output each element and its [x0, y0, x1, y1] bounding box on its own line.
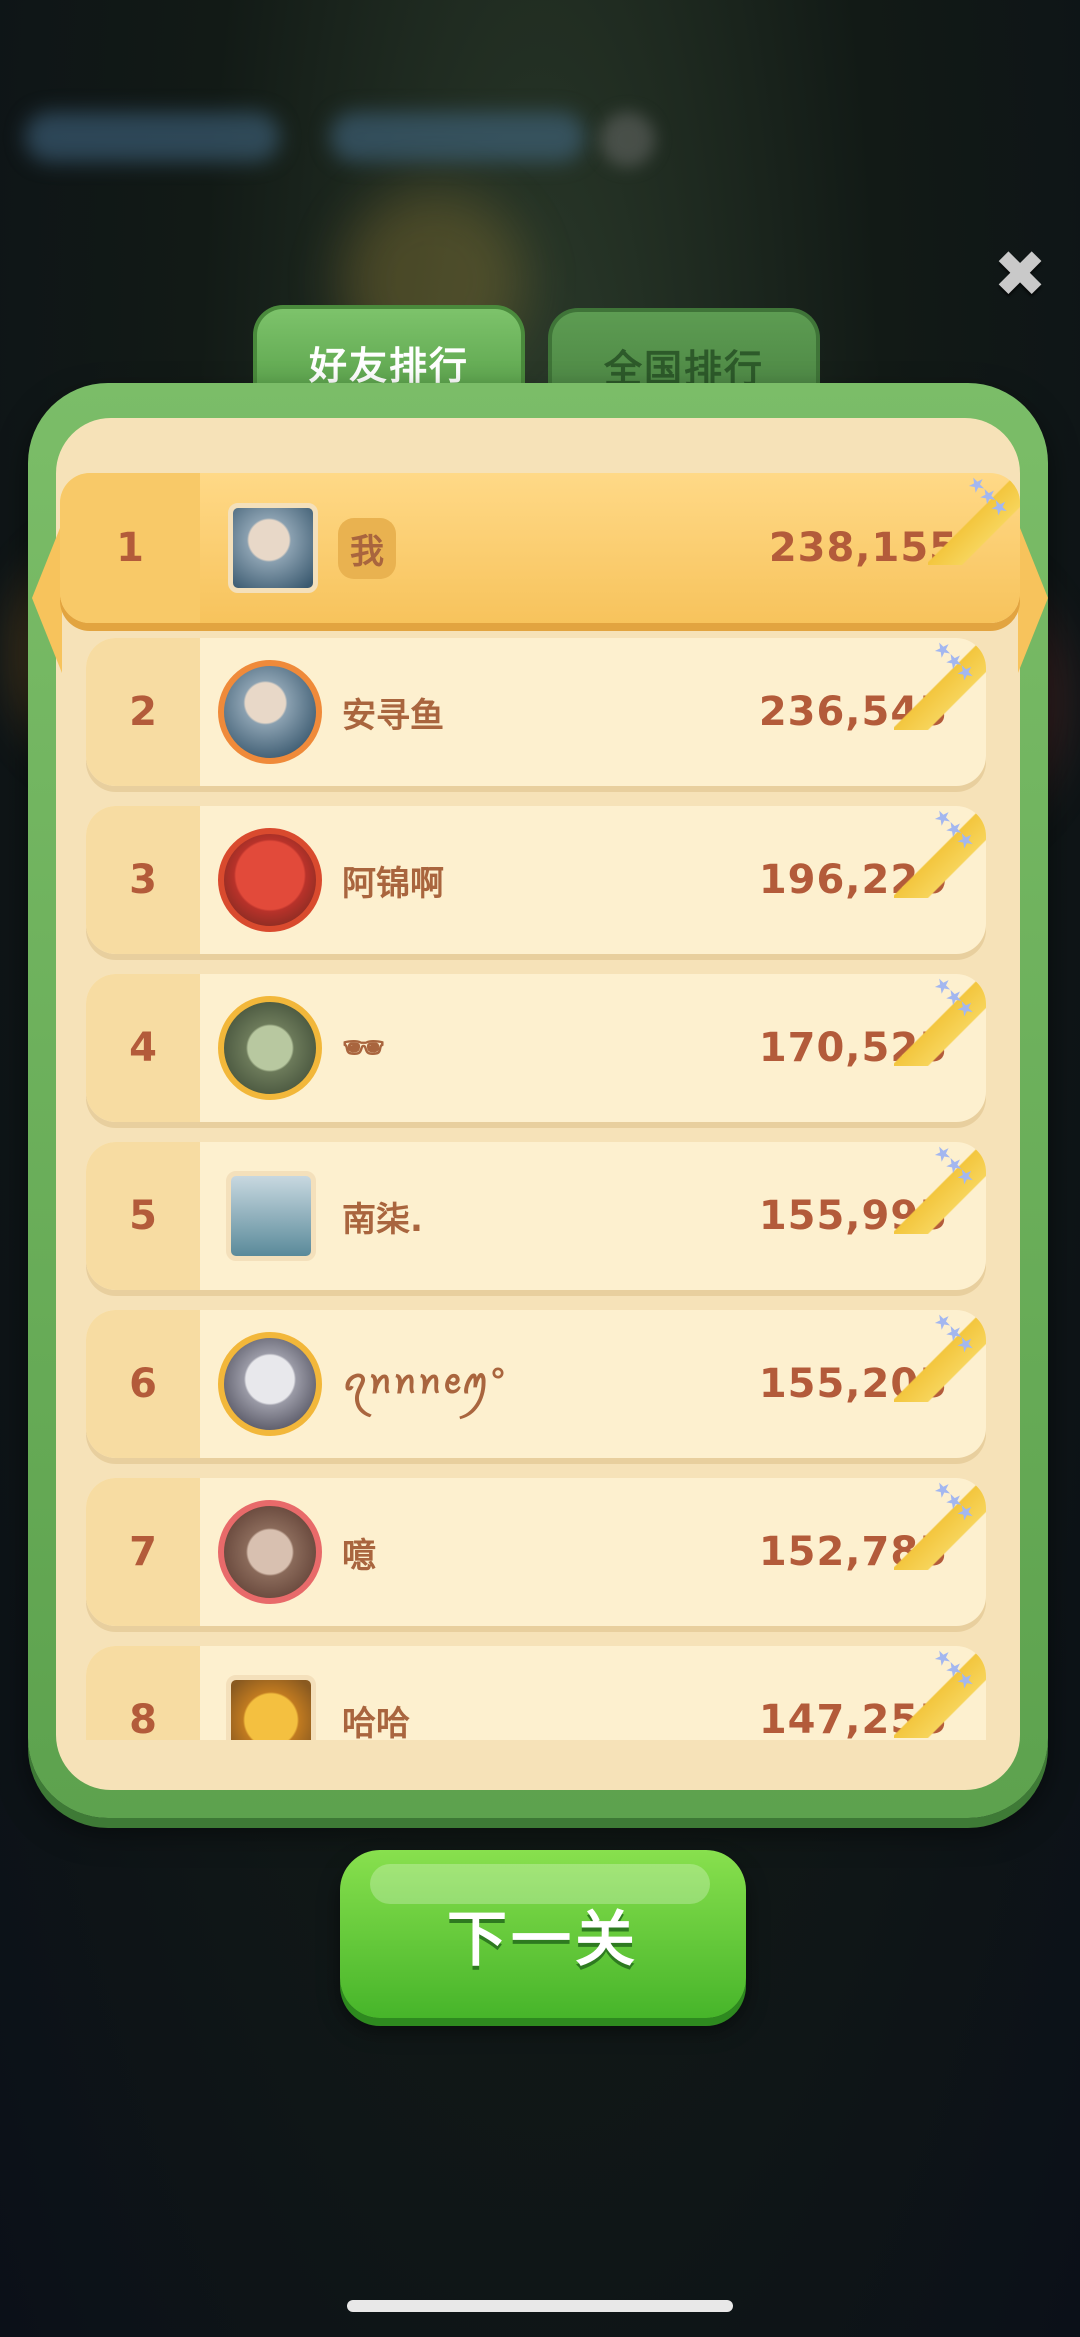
player-name: 哈哈 — [342, 1703, 410, 1741]
avatar — [218, 660, 322, 764]
rank-number: 4 — [86, 974, 200, 1122]
leaderboard-list[interactable]: 1 我 238,155 ★★★ 2 安寻鱼 236,545 ★★★ 3 阿锦啊 … — [0, 470, 1080, 1740]
rank-number: 3 — [86, 806, 200, 954]
player-name: 噫 — [342, 1535, 376, 1576]
avatar — [226, 1675, 316, 1740]
list-item[interactable]: 7 噫 152,785 ★★★ — [86, 1478, 986, 1626]
list-item[interactable]: 4 🕶 170,525 ★★★ — [86, 974, 986, 1122]
background-hud-dot — [600, 112, 655, 167]
rank-number: 2 — [86, 638, 200, 786]
home-indicator[interactable] — [347, 2300, 733, 2312]
next-level-button[interactable]: 下一关 — [340, 1850, 746, 2018]
list-item[interactable]: 5 南柒. 155,995 ★★★ — [86, 1142, 986, 1290]
close-icon[interactable]: ✖ — [990, 243, 1050, 307]
list-item[interactable]: 2 安寻鱼 236,545 ★★★ — [86, 638, 986, 786]
rank-number: 8 — [86, 1646, 200, 1740]
avatar — [218, 1332, 322, 1436]
background-hud-bar — [25, 112, 280, 162]
rank-number: 5 — [86, 1142, 200, 1290]
tab-friends-ranking[interactable]: 好友排行 — [253, 305, 525, 395]
avatar — [218, 1500, 322, 1604]
player-name: 🕶 — [342, 1028, 385, 1068]
list-item[interactable]: 6 ꪖꪀꪀꪀꫀꪑ° 155,205 ★★★ — [86, 1310, 986, 1458]
player-name: 阿锦啊 — [342, 863, 444, 904]
player-name: 安寻鱼 — [342, 695, 444, 736]
rank-number: 6 — [86, 1310, 200, 1458]
avatar — [218, 996, 322, 1100]
player-name: 南柒. — [342, 1199, 423, 1240]
background-hud-bar — [330, 112, 585, 162]
rank-number: 1 — [60, 473, 200, 623]
player-name: 我 — [338, 517, 396, 579]
rank-number: 7 — [86, 1478, 200, 1626]
list-item[interactable]: 8 哈哈 147,255 ★★★ — [86, 1646, 986, 1740]
avatar — [228, 503, 318, 593]
list-item[interactable]: 3 阿锦啊 196,220 ★★★ — [86, 806, 986, 954]
next-level-label: 下一关 — [447, 1904, 639, 1975]
avatar — [226, 1171, 316, 1261]
list-item-me[interactable]: 1 我 238,155 ★★★ — [60, 473, 1020, 623]
player-name: ꪖꪀꪀꪀꫀꪑ° — [342, 1362, 507, 1402]
avatar — [218, 828, 322, 932]
